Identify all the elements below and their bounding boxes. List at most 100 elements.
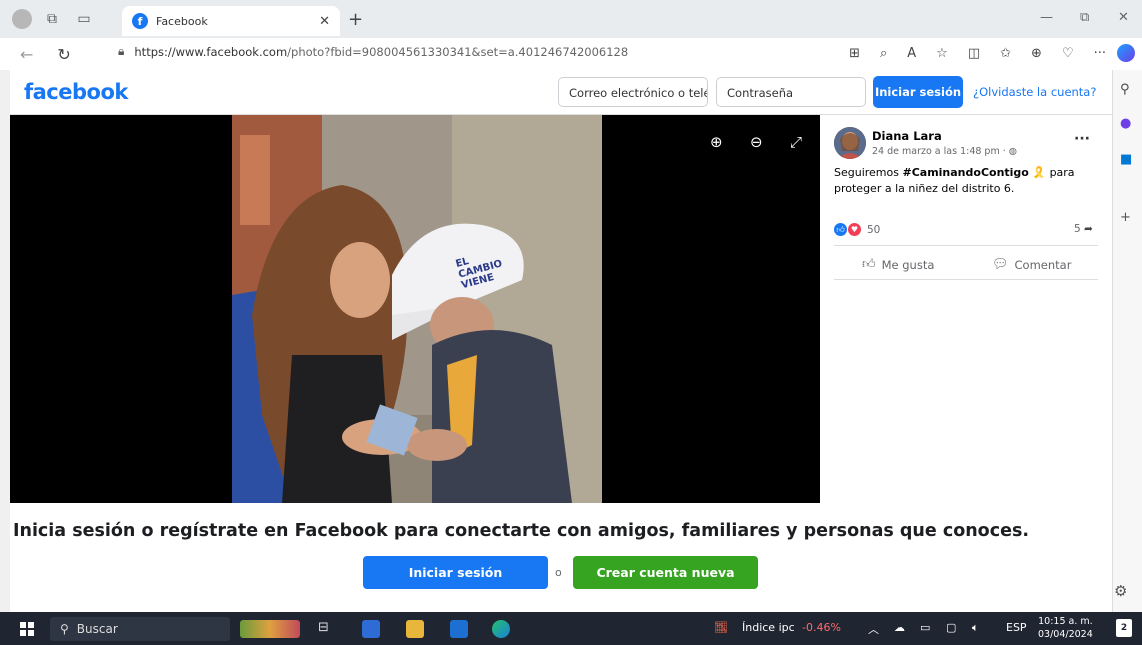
banner-or: o xyxy=(555,566,562,579)
banner-text: Inicia sesión o regístrate en Facebook p… xyxy=(12,521,1030,541)
add-sidebar-icon[interactable]: + xyxy=(1120,210,1131,225)
more-menu-icon[interactable]: ··· xyxy=(1094,46,1106,61)
browser-titlebar: ⧉ ▭ f Facebook ✕ + — ⧉ ✕ xyxy=(0,0,1142,38)
tab-facebook[interactable]: f Facebook ✕ xyxy=(122,6,340,36)
taskbar-search-label: Buscar xyxy=(76,622,118,636)
outlook-icon[interactable]: ■ xyxy=(1120,152,1132,167)
language-indicator[interactable]: ESP xyxy=(1006,621,1027,634)
screen: ⧉ ▭ f Facebook ✕ + — ⧉ ✕ ← ↻ 🔒︎ https://… xyxy=(0,0,1142,645)
email-field[interactable]: Correo electrónico o telé xyxy=(558,77,708,107)
store-icon[interactable] xyxy=(362,620,380,638)
comment-icon: 💬︎ xyxy=(992,257,1009,272)
stock-chart-icon: 📉︎ xyxy=(714,621,728,634)
post-text-before: Seguiremos xyxy=(834,166,903,179)
settings-gear-icon[interactable]: ⚙ xyxy=(1114,582,1127,600)
password-field[interactable]: Contraseña xyxy=(716,77,866,107)
minimize-icon[interactable]: — xyxy=(1040,10,1053,25)
more-options-icon[interactable]: ··· xyxy=(1074,131,1090,147)
mail-icon[interactable] xyxy=(450,620,468,638)
app-available-icon[interactable]: ⊞ xyxy=(849,46,860,61)
globe-icon: ◍ xyxy=(1008,146,1018,157)
file-explorer-icon[interactable] xyxy=(406,620,424,638)
browser-toolbar: ⊞ ⌕ A ☆ ◫ ✩ ⊕ ♡ ··· xyxy=(849,46,1106,61)
share-arrow-icon: ➦ xyxy=(1084,223,1093,235)
workspaces-icon[interactable]: ⧉ xyxy=(40,7,64,31)
onedrive-icon[interactable]: ☁ xyxy=(894,621,905,634)
zoom-in-icon[interactable]: ⊕ xyxy=(710,133,723,151)
post-hashtag[interactable]: #CaminandoContigo xyxy=(902,166,1028,179)
post-text: Seguiremos #CaminandoContigo 🎗️ para pro… xyxy=(834,165,1104,197)
task-view-icon[interactable]: ⊟ xyxy=(318,620,336,638)
photo-illustration xyxy=(232,115,602,503)
new-tab-icon[interactable]: + xyxy=(348,9,363,30)
read-aloud-icon[interactable]: A xyxy=(907,46,916,61)
network-icon[interactable]: ▢ xyxy=(946,621,956,634)
divider xyxy=(834,245,1098,246)
banner-login-button[interactable]: Iniciar sesión xyxy=(363,556,548,589)
tab-actions-icon[interactable]: ▭ xyxy=(72,7,96,31)
login-banner: Inicia sesión o regístrate en Facebook p… xyxy=(10,503,1112,612)
stock-label[interactable]: Índice ipc xyxy=(742,621,795,634)
clock-date: 03/04/2024 xyxy=(1038,629,1093,640)
create-account-button[interactable]: Crear cuenta nueva xyxy=(573,556,758,589)
collections-icon[interactable]: ⊕ xyxy=(1031,46,1042,61)
thumbs-up-icon: 👍︎ xyxy=(862,257,876,272)
notification-icon[interactable]: 2 xyxy=(1116,619,1132,637)
poster-name[interactable]: Diana Lara xyxy=(872,129,942,143)
post-date-text: 24 de marzo a las 1:48 pm · xyxy=(872,146,1009,157)
reactions-count: 50 xyxy=(867,223,881,236)
shopping-icon[interactable]: ● xyxy=(1120,116,1131,131)
volume-icon[interactable]: 🔈︎ xyxy=(972,621,979,635)
clock[interactable]: 10:15 a. m. 03/04/2024 xyxy=(1038,615,1093,641)
url-path: /photo?fbid=908004561330341&set=a.401246… xyxy=(287,44,629,59)
post-details-panel: Diana Lara 24 de marzo a las 1:48 pm · ◍… xyxy=(820,115,1112,503)
url-field[interactable]: 🔒︎ https://www.facebook.com/photo?fbid=9… xyxy=(118,44,628,59)
forgot-account-link[interactable]: ¿Olvidaste la cuenta? xyxy=(973,85,1096,99)
favorites-icon[interactable]: ✩ xyxy=(1000,46,1011,61)
facebook-logo[interactable]: facebook xyxy=(24,80,128,104)
search-icon: ⚲ xyxy=(60,622,69,636)
divider xyxy=(834,279,1098,280)
windows-start-icon[interactable] xyxy=(20,622,34,636)
zoom-icon[interactable]: ⌕ xyxy=(880,46,887,61)
comment-label: Comentar xyxy=(1014,257,1072,272)
tab-close-icon[interactable]: ✕ xyxy=(319,14,330,29)
edge-taskbar-icon[interactable] xyxy=(492,620,510,638)
widgets-icon[interactable] xyxy=(240,620,300,638)
search-icon[interactable]: ⚲ xyxy=(1120,82,1130,97)
browser-essentials-icon[interactable]: ♡ xyxy=(1062,46,1074,61)
profile-avatar[interactable] xyxy=(12,9,32,29)
restore-icon[interactable]: ⧉ xyxy=(1080,10,1089,25)
login-button[interactable]: Iniciar sesión xyxy=(873,76,963,108)
shares-count[interactable]: 5 ➦ xyxy=(1074,223,1093,235)
shares-count-text: 5 xyxy=(1074,223,1081,235)
poster-avatar[interactable] xyxy=(834,127,866,159)
post-date[interactable]: 24 de marzo a las 1:48 pm · ◍ xyxy=(872,146,1017,157)
copilot-icon[interactable] xyxy=(1117,44,1135,62)
battery-icon[interactable]: ▭ xyxy=(920,621,930,634)
tray-chevron-icon[interactable]: ︿ xyxy=(868,621,879,637)
tab-title: Facebook xyxy=(156,14,208,28)
stock-change: -0.46% xyxy=(802,621,841,634)
facebook-header: facebook Correo electrónico o telé Contr… xyxy=(10,70,1112,115)
photo-viewer: EL CAMBIO VIENE ⊕ ⊖ ⤢ xyxy=(10,115,820,503)
comment-button[interactable]: 💬︎ Comentar xyxy=(992,257,1071,272)
facebook-favicon-icon: f xyxy=(132,13,148,29)
refresh-icon[interactable]: ↻ xyxy=(57,45,70,64)
zoom-out-icon[interactable]: ⊖ xyxy=(750,133,763,151)
close-window-icon[interactable]: ✕ xyxy=(1118,10,1129,25)
reactions-summary[interactable]: 👍︎ ♥ 50 xyxy=(834,223,880,236)
like-button[interactable]: 👍︎ Me gusta xyxy=(862,257,934,272)
taskbar-search[interactable]: ⚲ Buscar xyxy=(50,617,230,641)
lock-icon[interactable]: 🔒︎ xyxy=(118,44,124,59)
like-reaction-icon: 👍︎ xyxy=(834,223,847,236)
back-icon[interactable]: ← xyxy=(20,45,33,64)
edge-sidebar: ⚲ ● ■ + xyxy=(1112,70,1142,612)
favorite-star-icon[interactable]: ☆ xyxy=(936,46,948,61)
windows-taskbar: ⚲ Buscar ⊟ 📉︎ Índice ipc -0.46% ︿ ☁ ▭ ▢ 🔈… xyxy=(0,612,1142,645)
url-main: https://www.facebook.com xyxy=(134,44,288,59)
fullscreen-icon[interactable]: ⤢ xyxy=(790,133,802,151)
post-photo[interactable]: EL CAMBIO VIENE xyxy=(232,115,602,503)
like-label: Me gusta xyxy=(881,257,935,272)
split-screen-icon[interactable]: ◫ xyxy=(968,46,980,61)
